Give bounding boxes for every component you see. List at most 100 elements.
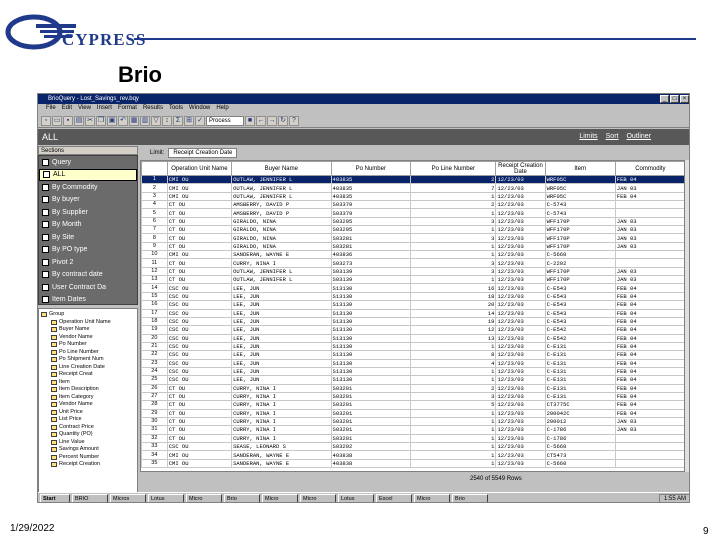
table-cell[interactable]: 1 — [410, 441, 497, 452]
menu-item-view[interactable]: View — [78, 104, 91, 113]
tree-item[interactable]: Operation Unit Name — [41, 319, 135, 327]
table-cell[interactable]: CT OU — [166, 400, 233, 410]
table-cell[interactable]: 1 — [410, 250, 497, 260]
table-cell[interactable]: JAN 03 — [614, 425, 684, 435]
table-row[interactable]: 15 CSC OU LEE, JUN S13130 18 12/23/03 C-E543 FE… — [141, 291, 684, 302]
table-cell[interactable]: CURRY, NINA I — [231, 400, 332, 410]
taskbar-item[interactable]: Lotus — [338, 493, 374, 502]
limit-tab[interactable]: Receipt Creation Date — [168, 147, 238, 158]
table-cell[interactable]: S13130 — [330, 300, 412, 310]
column-header[interactable]: Item — [544, 161, 616, 176]
tree-item[interactable]: Percent Number — [41, 454, 135, 462]
table-cell[interactable]: 1 — [410, 208, 497, 218]
table-cell[interactable]: C-5743 — [544, 208, 616, 218]
new-icon[interactable]: ▫ — [41, 115, 51, 126]
chart-icon[interactable]: ▥ — [140, 115, 150, 126]
table-cell[interactable]: C-E131 — [544, 341, 616, 352]
table-cell[interactable]: C-1786 — [544, 425, 616, 435]
start-button[interactable]: Start — [40, 493, 70, 502]
table-cell[interactable]: 12/23/03 — [495, 275, 546, 285]
open-icon[interactable]: ▭ — [52, 115, 62, 126]
table-cell[interactable] — [614, 208, 684, 218]
section-item[interactable]: Item Dates — [39, 294, 137, 307]
table-cell[interactable]: 12/23/03 — [495, 458, 546, 469]
table-cell[interactable]: 12/23/03 — [495, 333, 546, 343]
table-cell[interactable]: S13130 — [330, 366, 412, 377]
table-cell[interactable]: S13130 — [330, 291, 412, 302]
table-cell[interactable]: WFF170P — [544, 225, 616, 235]
tree-item[interactable]: Unit Price — [41, 409, 135, 417]
table-cell[interactable] — [614, 258, 684, 268]
sum-icon[interactable]: Σ — [173, 115, 183, 126]
table-cell[interactable]: CT OU — [166, 241, 233, 252]
table-row[interactable]: 31 CT OU CURRY, NINA I S03201 1 12/23/03 C-178… — [141, 425, 684, 435]
table-cell[interactable]: 3 — [410, 391, 497, 402]
table-cell[interactable]: 1 — [410, 408, 497, 418]
table-cell[interactable]: 12/23/03 — [495, 383, 546, 393]
table-cell[interactable]: 12/23/03 — [495, 391, 546, 402]
table-cell[interactable]: 12/23/03 — [495, 308, 546, 318]
menu-item-format[interactable]: Format — [118, 104, 137, 113]
tree-item[interactable]: Vendor Name — [41, 401, 135, 409]
table-cell[interactable]: 12/23/03 — [495, 183, 546, 193]
table-cell[interactable]: FEB 04 — [614, 300, 684, 310]
table-cell[interactable]: CT OU — [166, 425, 233, 435]
table-cell[interactable]: FEB 04 — [614, 408, 684, 418]
table-cell[interactable]: JAN 03 — [614, 225, 684, 235]
tree-root[interactable]: Group — [41, 311, 135, 319]
table-row[interactable]: 16 CSC OU LEE, JUN S13130 20 12/23/03 C-E543 FE… — [141, 300, 684, 310]
table-cell[interactable]: 1 — [410, 275, 497, 285]
table-cell[interactable]: 12/23/03 — [495, 441, 546, 452]
save-icon[interactable]: ▪ — [63, 115, 73, 126]
table-cell[interactable]: CSC OU — [166, 441, 233, 452]
table-cell[interactable]: CSC OU — [166, 325, 233, 335]
table-cell[interactable]: CURRY, NINA I — [231, 391, 332, 402]
table-cell[interactable] — [614, 458, 684, 469]
tree-item[interactable]: Buyer Name — [41, 326, 135, 334]
table-cell[interactable]: CT OU — [166, 208, 233, 218]
table-cell[interactable]: GIRALDO, NINA — [231, 233, 332, 243]
table-cell[interactable]: CT OU — [166, 275, 233, 285]
taskbar-item[interactable]: Micros — [110, 493, 146, 502]
table-cell[interactable]: C-E131 — [544, 383, 616, 393]
table-cell[interactable]: 2 — [410, 200, 497, 210]
table-cell[interactable]: 12/23/03 — [495, 250, 546, 260]
table-row[interactable]: 8 CT OU GIRALDO, NINA S03281 3 12/23/03 WFF170… — [141, 233, 684, 243]
table-cell[interactable]: JAN 03 — [614, 241, 684, 252]
table-cell[interactable]: S03281 — [330, 233, 412, 243]
table-cell[interactable]: WFF170P — [544, 233, 616, 243]
table-cell[interactable]: S13130 — [330, 350, 412, 360]
table-cell[interactable]: S03201 — [330, 433, 412, 444]
table-cell[interactable]: CT5473 — [544, 450, 616, 460]
taskbar-item[interactable]: Micro — [300, 493, 336, 502]
table-cell[interactable]: CT OU — [166, 225, 233, 235]
section-item[interactable]: Pivot 2 — [39, 256, 137, 269]
table-cell[interactable] — [614, 441, 684, 452]
table-cell[interactable]: WRF05C — [544, 174, 616, 185]
table-cell[interactable]: 12/23/03 — [495, 300, 546, 310]
table-row[interactable]: 24 CSC OU LEE, JUN S13130 1 12/23/03 C-E131 FEB… — [141, 366, 684, 377]
table-row[interactable]: 26 CT OU CURRY, NINA I S03201 2 12/23/03 C-E13… — [141, 383, 684, 393]
table-cell[interactable]: 403835 — [330, 183, 412, 193]
cut-icon[interactable]: ✂ — [85, 115, 95, 126]
taskbar-item[interactable]: BRIO — [72, 493, 108, 502]
table-cell[interactable]: OUTLAW, JENNIFER L — [231, 275, 332, 285]
section-item[interactable]: ALL — [39, 168, 137, 181]
taskbar-item[interactable]: Brio — [452, 493, 488, 502]
taskbar-item[interactable]: Excel — [376, 493, 412, 502]
table-cell[interactable]: 12/23/03 — [495, 358, 546, 368]
table-cell[interactable]: CURRY, NINA I — [231, 408, 332, 418]
table-row[interactable]: 18 CSC OU LEE, JUN S13130 19 12/23/03 C-E543 FE… — [141, 316, 684, 327]
tree-item[interactable]: Item Category — [41, 394, 135, 402]
table-cell[interactable]: CSC OU — [166, 333, 233, 343]
table-cell[interactable]: LEE, JUN — [231, 375, 332, 385]
tree-item[interactable]: Contract Price — [41, 424, 135, 432]
table-cell[interactable]: CT OU — [166, 266, 233, 277]
table-cell[interactable]: CSC OU — [166, 308, 233, 318]
vertical-scrollbar[interactable] — [684, 160, 689, 472]
tree-item[interactable]: Po Line Number — [41, 349, 135, 357]
table-cell[interactable]: S03202 — [330, 441, 412, 452]
section-item[interactable]: By Site — [39, 231, 137, 244]
table-cell[interactable]: 200042C — [544, 408, 616, 418]
table-cell[interactable]: 1 — [410, 450, 497, 460]
